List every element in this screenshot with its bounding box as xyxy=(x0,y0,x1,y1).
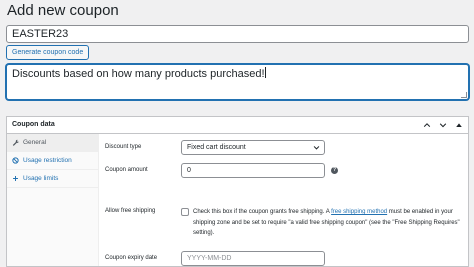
coupon-amount-label: Coupon amount xyxy=(105,167,148,173)
expiry-date-label: Coupon expiry date xyxy=(105,255,158,261)
triangle-up-icon[interactable] xyxy=(454,119,464,131)
chevron-down-icon xyxy=(313,146,320,150)
discount-type-select[interactable]: Fixed cart discount xyxy=(181,140,325,155)
free-shipping-label: Allow free shipping xyxy=(105,208,156,214)
tab-general[interactable]: General xyxy=(7,134,98,152)
tab-usage-limits-label: Usage limits xyxy=(23,175,59,182)
coupon-description-textarea[interactable]: Discounts based on how many products pur… xyxy=(6,64,469,100)
free-shipping-checkbox[interactable] xyxy=(181,208,189,216)
tab-usage-restriction-label: Usage restriction xyxy=(23,157,72,164)
tab-general-label: General xyxy=(23,139,47,146)
discount-type-value: Fixed cart discount xyxy=(187,144,246,151)
generate-coupon-code-button[interactable]: Generate coupon code xyxy=(6,45,90,60)
tab-usage-limits[interactable]: Usage limits xyxy=(7,170,98,188)
plus-icon xyxy=(13,176,18,181)
panel-title: Coupon data xyxy=(12,121,55,128)
free-shipping-method-link[interactable]: free shipping method xyxy=(331,209,387,215)
resize-handle[interactable] xyxy=(461,92,467,98)
panel-header: Coupon data xyxy=(7,117,468,134)
chevron-down-icon[interactable] xyxy=(438,119,448,131)
text-cursor xyxy=(264,67,266,78)
chevron-up-icon[interactable] xyxy=(422,119,432,131)
free-shipping-description: Check this box if the coupon grants free… xyxy=(193,207,463,239)
coupon-data-panel: Coupon data General Usage restriction Us… xyxy=(6,116,469,267)
general-fields: Discount type Fixed cart discount Coupon… xyxy=(99,134,468,266)
wrench-icon xyxy=(12,139,19,146)
tab-usage-restriction[interactable]: Usage restriction xyxy=(7,152,98,170)
coupon-tabs: General Usage restriction Usage limits xyxy=(7,134,99,266)
page-title: Add new coupon xyxy=(7,2,119,19)
help-icon[interactable]: ? xyxy=(331,167,338,174)
discount-type-label: Discount type xyxy=(105,144,142,150)
coupon-amount-input[interactable]: 0 xyxy=(181,163,325,178)
block-icon xyxy=(12,157,19,164)
coupon-code-input[interactable]: EASTER23 xyxy=(6,25,469,43)
free-shipping-desc-text: Check this box if the coupon grants free… xyxy=(193,209,332,215)
coupon-description-text: Discounts based on how many products pur… xyxy=(12,68,265,80)
expiry-date-input[interactable]: YYYY-MM-DD xyxy=(181,251,325,266)
